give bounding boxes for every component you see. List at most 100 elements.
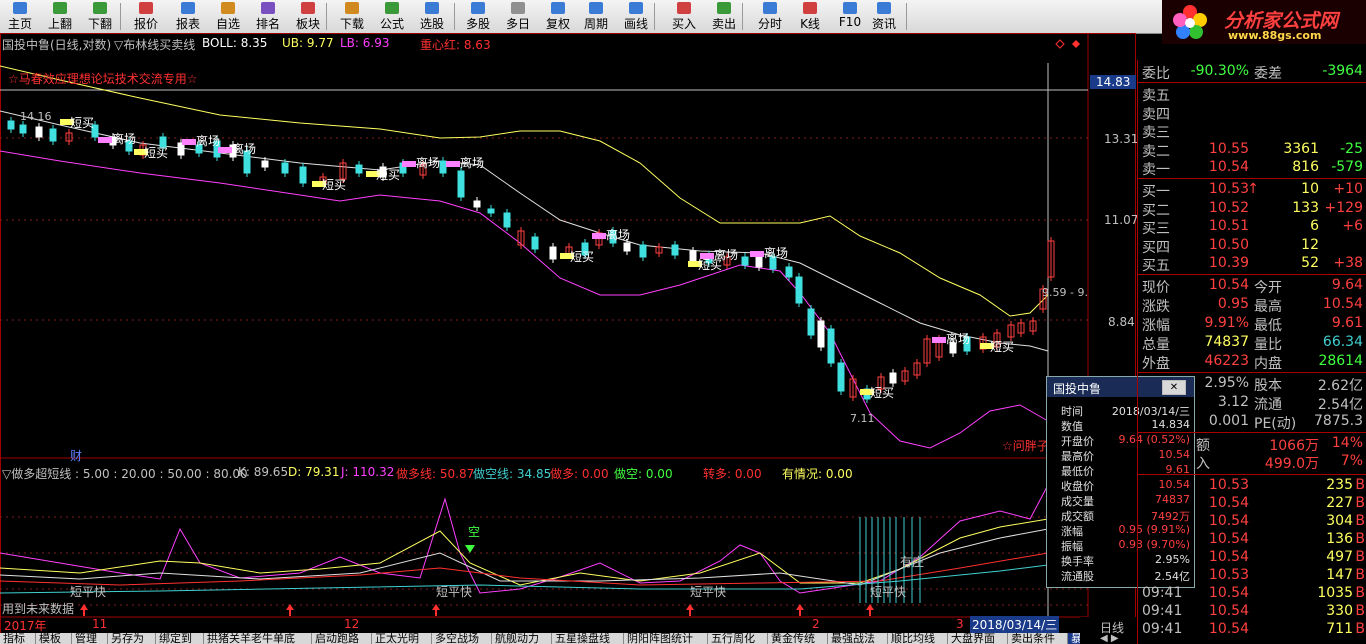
toolbar-buy-button[interactable]: 买入: [666, 0, 702, 33]
tick-row: 10.54 497 B: [1138, 548, 1366, 567]
stat-value: 46223: [1204, 353, 1249, 369]
tick-price: 10.53: [1208, 477, 1249, 493]
toolbar-quote-button[interactable]: 报价: [128, 0, 164, 33]
bottom-tab[interactable]: 另存为: [108, 633, 156, 644]
toolbar-label: 板块: [295, 17, 320, 31]
period-switch: 日线 ◀ ▶: [1080, 617, 1136, 644]
intraday-icon: [763, 2, 777, 14]
indicator-name[interactable]: ▽布林线买卖线: [114, 36, 195, 53]
candlestick: [531, 236, 539, 250]
date-axis-label: 3: [956, 617, 964, 631]
toolbar-intraday-button[interactable]: 分时: [752, 0, 788, 33]
bottom-tab[interactable]: 顺比均线: [888, 633, 948, 644]
ub-value: UB: 9.77: [282, 36, 334, 50]
chart-area[interactable]: 短买短买短买短买短买短买短买短买离场 离场离场离场 离场离场离场 离场离场短平快 短平快…: [0, 33, 1136, 644]
toolbar-ranking-button[interactable]: 排名: [250, 0, 286, 33]
tick-time: 09:41: [1142, 621, 1183, 637]
toolbar-home-button[interactable]: 主页: [2, 0, 38, 33]
bottom-tab[interactable]: 启动跑路: [312, 633, 372, 644]
toolbar-sell-button[interactable]: 卖出: [706, 0, 742, 33]
toolbar-label: 资讯: [871, 17, 896, 31]
bottom-tab[interactable]: 指标: [0, 633, 36, 644]
candlestick: [785, 266, 793, 278]
stat-label: 涨跌: [1142, 299, 1170, 315]
tick-flag: B: [1355, 531, 1365, 547]
toolbar-label: 买入: [671, 17, 696, 31]
bottom-tab-bar: 指标 模板 管理 另存为 绑定到 拱猪关羊老牛单底 启动跑路 正太光明 多空战场 航舰动力 五星操盘…: [0, 633, 1080, 644]
stat2-label: 流通: [1254, 397, 1282, 413]
tick-row: 10.54 227 B: [1138, 494, 1366, 513]
ask-row: 卖五: [1138, 84, 1366, 104]
bid-change: +38: [1333, 255, 1363, 272]
toolbar-adjust-button[interactable]: 复权: [540, 0, 576, 33]
stat2-value: 0.001: [1208, 413, 1249, 429]
toolbar-label: 选股: [419, 17, 444, 31]
bottom-tab[interactable]: 五星操盘线: [552, 633, 624, 644]
toolbar-label: 下载: [339, 17, 364, 31]
bottom-tab[interactable]: 航舰动力: [492, 633, 552, 644]
stat-row: 涨幅 9.91% 最低 9.61: [1138, 314, 1366, 334]
toolbar-news-button[interactable]: 资讯: [866, 0, 902, 33]
toolbar-multi-day-button[interactable]: 多日: [500, 0, 536, 33]
page-up-icon: [53, 2, 67, 14]
toolbar-formula-button[interactable]: 公式: [374, 0, 410, 33]
logo-flower-icon: [1173, 5, 1207, 39]
buy-icon: [677, 2, 691, 14]
bottom-tab[interactable]: 最强战法: [828, 633, 888, 644]
tick-flag: B: [1355, 513, 1365, 529]
bid-price: 10.51: [1208, 218, 1249, 235]
bottom-tab[interactable]: 大盘界面: [948, 633, 1008, 644]
ask-row: 卖二 10.55 3361 -25: [1138, 140, 1366, 160]
bottom-tab[interactable]: 暴富方向: [1068, 633, 1080, 644]
period-arrows-icon[interactable]: ◀ ▶: [1100, 633, 1119, 644]
stat-value: 9.61: [1331, 315, 1363, 331]
bottom-tab[interactable]: 管理: [72, 633, 108, 644]
sub-j-value: J: 110.32: [341, 465, 395, 479]
toolbar-separator: [742, 3, 743, 30]
toolbar-report-button[interactable]: 报表: [170, 0, 206, 33]
stat2-value: 7875.3: [1314, 413, 1363, 429]
bottom-tab[interactable]: 卖出条件: [1008, 633, 1068, 644]
stat-label: 量比: [1254, 337, 1282, 353]
toolbar-f10-button[interactable]: F10: [832, 0, 868, 33]
toolbar-page-down-button[interactable]: 下翻: [82, 0, 118, 33]
toolbar-favorites-button[interactable]: 自选: [210, 0, 246, 33]
bottom-tab[interactable]: 绑定到: [156, 633, 204, 644]
toolbar-kline-button[interactable]: K线: [792, 0, 828, 33]
weibi-row: 委比 -90.30% 委差 -3964: [1138, 62, 1366, 82]
toolbar-page-up-button[interactable]: 上翻: [42, 0, 78, 33]
bottom-tab[interactable]: 正太光明: [372, 633, 432, 644]
toolbar-sector-button[interactable]: 板块: [290, 0, 326, 33]
bottom-tab[interactable]: 五行周化: [708, 633, 768, 644]
ask-change: -25: [1340, 140, 1363, 157]
bid-volume: 12: [1301, 236, 1319, 253]
toolbar-draw-line-button[interactable]: 画线: [618, 0, 654, 33]
sub-indicator-title[interactable]: ▽做多超短线 : 5.00 : 20.00 : 50.00 : 80.00: [2, 465, 248, 482]
price-axis-label: 8.84: [1108, 315, 1135, 329]
bottom-tab[interactable]: 阴阳阵图统计: [624, 633, 708, 644]
exit-marker: [932, 337, 946, 343]
short-buy-label: 短买: [144, 146, 168, 160]
toolbar-stock-picker-button[interactable]: 选股: [414, 0, 450, 33]
bottom-tab[interactable]: 黄金传统: [768, 633, 828, 644]
up-arrow-icon: [432, 604, 440, 616]
bottom-tab[interactable]: 多空战场: [432, 633, 492, 644]
toolbar-download-button[interactable]: 下载: [334, 0, 370, 33]
candlestick: [817, 320, 825, 348]
tick-flag: B: [1355, 603, 1365, 619]
toolbar-period-button[interactable]: 周期: [578, 0, 614, 33]
multi-stock-icon: [471, 2, 485, 14]
flow-percent: 14%: [1331, 435, 1363, 451]
data-window-key: 涨幅: [1061, 525, 1083, 538]
candlestick: [457, 170, 465, 198]
tick-row: 09:41 10.54 330 B: [1138, 602, 1366, 621]
bottom-tab[interactable]: 拱猪关羊老牛单底: [204, 633, 312, 644]
exit-label: 离场: [714, 247, 738, 262]
sub-k-line: [0, 528, 1049, 586]
down-arrow-icon: [465, 545, 475, 553]
bottom-tab[interactable]: 模板: [36, 633, 72, 644]
toolbar-separator: [654, 3, 655, 30]
diamond-icon: [1055, 39, 1065, 49]
toolbar-multi-stock-button[interactable]: 多股: [460, 0, 496, 33]
sub-do-long: 做多: 0.00: [550, 467, 609, 481]
